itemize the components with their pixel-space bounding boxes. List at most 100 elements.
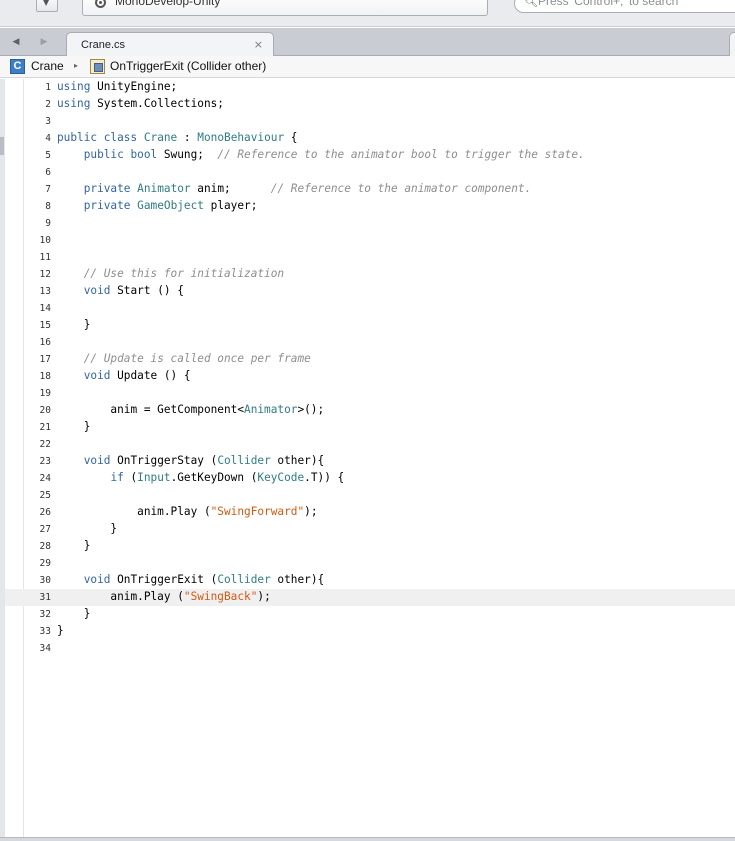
breadcrumb-separator-icon: ▸: [74, 61, 79, 70]
code-line[interactable]: 17 // Update is called once per frame: [5, 351, 735, 368]
code-editor[interactable]: 1 using UnityEngine; 2 using System.Collect…: [5, 79, 735, 837]
line-number: 27: [39, 524, 51, 535]
code-token: // Update is called once per frame: [83, 352, 311, 365]
code-token: System.Collections;: [90, 97, 224, 110]
code-text[interactable]: void Update () {: [57, 369, 191, 382]
breadcrumb-method[interactable]: OnTriggerExit (Collider other): [110, 59, 266, 73]
code-line[interactable]: 11: [5, 249, 735, 266]
code-text[interactable]: if (Input.GetKeyDown (KeyCode.T)) {: [57, 471, 344, 484]
code-token: other){: [270, 573, 325, 586]
code-line[interactable]: 14: [5, 300, 735, 317]
code-line[interactable]: 24 if (Input.GetKeyDown (KeyCode.T)) {: [5, 470, 735, 487]
code-line[interactable]: 28 }: [5, 538, 735, 555]
code-line[interactable]: 30 void OnTriggerExit (Collider other){: [5, 572, 735, 589]
code-line[interactable]: 33}: [5, 623, 735, 640]
code-text[interactable]: }: [57, 539, 91, 552]
code-text[interactable]: anim.Play ("SwingForward");: [57, 505, 317, 518]
tab-crane-cs[interactable]: Crane.cs ×: [66, 32, 274, 57]
tab-overflow[interactable]: [729, 32, 735, 57]
code-text[interactable]: anim.Play ("SwingBack");: [57, 590, 270, 603]
breadcrumb-class[interactable]: Crane: [31, 59, 64, 73]
code-line[interactable]: 7 private Animator anim; // Reference to…: [5, 181, 735, 198]
method-icon: [90, 59, 105, 74]
code-token: .GetKeyDown (: [170, 471, 258, 484]
code-token: }: [57, 318, 91, 331]
code-token: // Reference to the animator component.: [270, 182, 532, 195]
code-text[interactable]: void OnTriggerStay (Collider other){: [57, 454, 324, 467]
code-text[interactable]: anim = GetComponent<Animator>();: [57, 403, 324, 416]
code-text[interactable]: private GameObject player;: [57, 199, 258, 212]
status-text: MonoDevelop-Unity: [115, 0, 221, 8]
code-token: // Use this for initialization: [83, 267, 285, 280]
code-line[interactable]: 16: [5, 334, 735, 351]
code-text[interactable]: // Use this for initialization: [57, 267, 284, 280]
code-line[interactable]: 34: [5, 640, 735, 657]
code-line[interactable]: 27 }: [5, 521, 735, 538]
code-line[interactable]: 25: [5, 487, 735, 504]
code-token: Crane: [143, 131, 178, 144]
code-line[interactable]: 8 private GameObject player;: [5, 198, 735, 215]
code-text[interactable]: // Update is called once per frame: [57, 352, 311, 365]
code-text[interactable]: private Animator anim; // Reference to t…: [57, 182, 532, 195]
code-line[interactable]: 19: [5, 385, 735, 402]
code-line[interactable]: 22: [5, 436, 735, 453]
code-text[interactable]: }: [57, 318, 91, 331]
line-number: 18: [39, 371, 51, 382]
code-token: anim.Play (: [57, 590, 184, 603]
code-line[interactable]: 32 }: [5, 606, 735, 623]
code-text[interactable]: }: [57, 522, 117, 535]
code-line[interactable]: 29: [5, 555, 735, 572]
code-line[interactable]: 23 void OnTriggerStay (Collider other){: [5, 453, 735, 470]
code-line[interactable]: 9: [5, 215, 735, 232]
line-number: 13: [39, 286, 51, 297]
code-line[interactable]: 12 // Use this for initialization: [5, 266, 735, 283]
code-text[interactable]: void OnTriggerExit (Collider other){: [57, 573, 324, 586]
side-dock-marker[interactable]: [0, 137, 4, 155]
line-number: 12: [39, 269, 51, 280]
breadcrumb: C Crane ▸ OnTriggerExit (Collider other): [0, 56, 735, 78]
tab-back-arrow-icon[interactable]: ◀: [6, 34, 26, 50]
code-line[interactable]: 2 using System.Collections;: [5, 96, 735, 113]
tab-forward-arrow-icon[interactable]: ▶: [34, 34, 54, 50]
code-line[interactable]: 10: [5, 232, 735, 249]
code-text[interactable]: }: [57, 420, 91, 433]
code-token: }: [57, 607, 91, 620]
code-text[interactable]: }: [57, 624, 64, 637]
search-field[interactable]: 🔍︎ Press 'Control+,' to search: [514, 0, 735, 13]
code-line[interactable]: 4 public class Crane : MonoBehaviour {: [5, 130, 735, 147]
code-text[interactable]: public bool Swung; // Reference to the a…: [57, 148, 585, 161]
code-line[interactable]: 3: [5, 113, 735, 130]
code-text[interactable]: using UnityEngine;: [57, 80, 177, 93]
code-token: :: [177, 131, 198, 144]
code-line[interactable]: 6: [5, 164, 735, 181]
configuration-dropdown[interactable]: ▼: [36, 0, 58, 12]
line-number: 6: [45, 167, 51, 178]
code-token: Input: [137, 471, 171, 484]
close-icon[interactable]: ×: [254, 38, 263, 51]
code-token: private: [83, 182, 131, 195]
line-number: 23: [39, 456, 51, 467]
code-line[interactable]: 26 anim.Play ("SwingForward");: [5, 504, 735, 521]
code-token: (: [123, 471, 138, 484]
line-number: 34: [39, 643, 51, 654]
code-line[interactable]: 21 }: [5, 419, 735, 436]
code-line[interactable]: 18 void Update () {: [5, 368, 735, 385]
code-line[interactable]: 31 anim.Play ("SwingBack");: [5, 589, 735, 606]
code-text[interactable]: void Start () {: [57, 284, 184, 297]
code-text[interactable]: }: [57, 607, 91, 620]
code-line[interactable]: 13 void Start () {: [5, 283, 735, 300]
code-line[interactable]: 15 }: [5, 317, 735, 334]
code-text[interactable]: using System.Collections;: [57, 97, 224, 110]
chevron-down-icon: ▼: [43, 0, 50, 7]
code-line[interactable]: 20 anim = GetComponent<Animator>();: [5, 402, 735, 419]
line-number: 26: [39, 507, 51, 518]
code-line[interactable]: 5 public bool Swung; // Reference to the…: [5, 147, 735, 164]
code-text[interactable]: public class Crane : MonoBehaviour {: [57, 131, 297, 144]
code-line[interactable]: 1 using UnityEngine;: [5, 79, 735, 96]
search-placeholder[interactable]: Press 'Control+,' to search: [538, 0, 678, 8]
